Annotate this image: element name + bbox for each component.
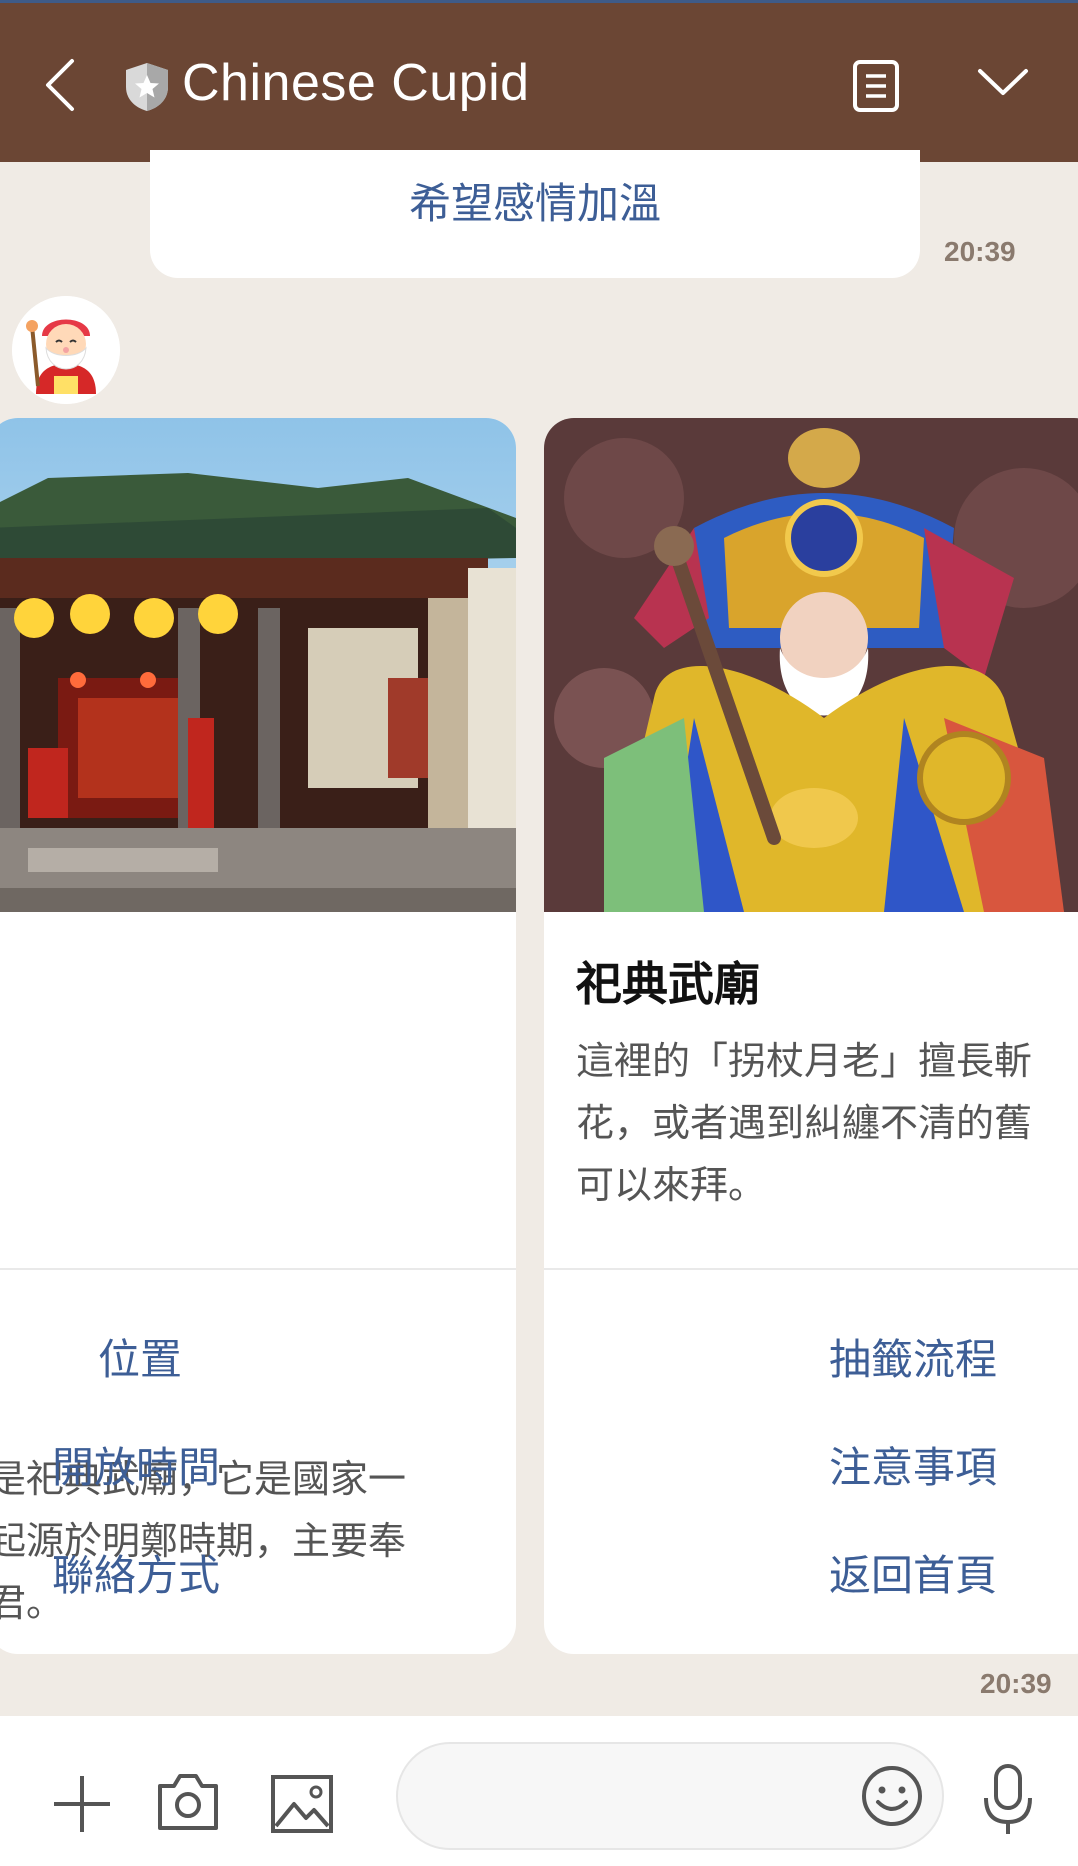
carousel-timestamp: 20:39	[980, 1668, 1052, 1699]
location-button[interactable]: 位置	[98, 1326, 182, 1387]
emoji-icon[interactable]	[860, 1764, 924, 1828]
old-man-avatar-icon	[12, 296, 120, 404]
message-timestamp: 20:39	[944, 236, 1016, 267]
previous-message-bubble: 希望感情加溫	[150, 150, 920, 278]
image-icon[interactable]	[270, 1774, 334, 1834]
microphone-icon[interactable]	[980, 1762, 1036, 1838]
description-line: 可以來拜。	[576, 1163, 767, 1207]
description-line: 這裡的「拐杖月老」擅長斬	[576, 1039, 1033, 1083]
card-description-right: 這裡的「拐杖月老」擅長斬 花，或者遇到糾纏不清的舊 可以來拜。	[576, 1030, 1032, 1216]
temple-card-right: 祀典武廟 這裡的「拐杖月老」擅長斬 花，或者遇到糾纏不清的舊 可以來拜。 抽籤流…	[544, 418, 1078, 1654]
shield-star-icon	[126, 63, 168, 111]
chat-title: Chinese Cupid	[182, 54, 530, 112]
card-divider	[544, 1268, 1078, 1270]
card-divider	[0, 1268, 516, 1270]
message-input-bar	[0, 1716, 1078, 1866]
card-title: 祀典武廟	[576, 957, 760, 1011]
plus-icon[interactable]	[50, 1772, 114, 1836]
bot-avatar[interactable]	[12, 296, 120, 404]
note-icon[interactable]	[852, 59, 900, 113]
previous-message-text[interactable]: 希望感情加溫	[150, 170, 920, 231]
fortune-drawing-process-button[interactable]: 抽籤流程	[829, 1326, 997, 1387]
back-arrow-icon[interactable]	[40, 55, 80, 115]
temple-photo[interactable]	[0, 418, 516, 912]
description-line: 花，或者遇到糾纏不清的舊	[576, 1101, 1033, 1145]
message-input[interactable]	[396, 1742, 944, 1850]
cane-matchmaker-statue-photo[interactable]	[544, 418, 1078, 912]
contact-button[interactable]: 聯絡方式	[52, 1542, 220, 1603]
opening-hours-button[interactable]: 開放時間	[52, 1434, 220, 1495]
temple-card-left: 是祀典武廟，它是國家一 起源於明鄭時期，主要奉 君。 位置 開放時間 聯絡方式	[0, 418, 516, 1654]
chevron-down-icon[interactable]	[976, 65, 1030, 99]
chat-header: Chinese Cupid	[0, 0, 1078, 162]
back-to-home-button[interactable]: 返回首頁	[829, 1542, 997, 1603]
notes-button[interactable]: 注意事項	[829, 1434, 997, 1495]
camera-icon[interactable]	[156, 1772, 220, 1832]
